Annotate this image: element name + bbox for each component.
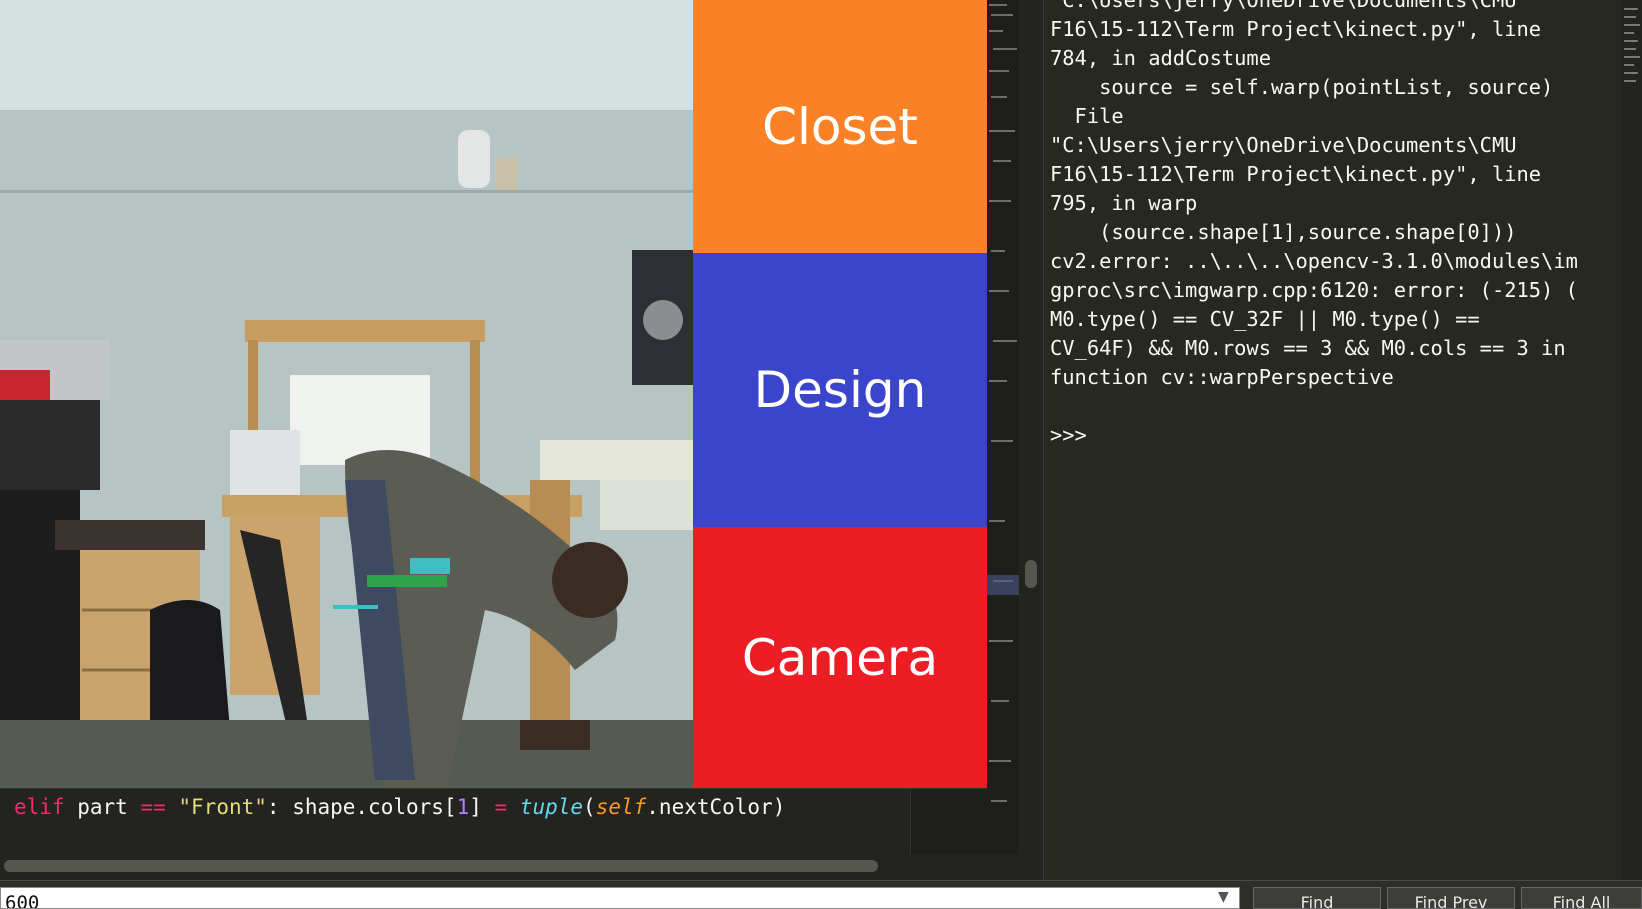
console-line: (source.shape[1],source.shape[0])) [1099, 220, 1517, 244]
console-line: M0.type() == CV_32F || M0.type() == [1050, 307, 1480, 331]
operator-assign: = [494, 795, 508, 819]
find-button[interactable]: Find [1253, 887, 1381, 909]
code-minimap[interactable] [987, 0, 1019, 855]
builtin-tuple: tuple [519, 795, 584, 819]
string-front: "Front" [178, 795, 267, 819]
vertical-scrollbar[interactable] [1019, 0, 1043, 880]
console-line: gproc\src\imgwarp.cpp:6120: error: (-215… [1050, 278, 1578, 302]
find-all-button[interactable]: Find All [1521, 887, 1642, 909]
console-line: F16\15-112\Term Project\kinect.py", line [1050, 162, 1542, 186]
code-mid: : shape.colors[ [266, 795, 457, 819]
console-line: File [1074, 104, 1124, 128]
camera-feed-image [0, 0, 693, 788]
python-shell-output[interactable]: "C:\Users\jerry\OneDrive\Documents\CMU F… [1043, 0, 1623, 880]
closet-button[interactable]: Closet [693, 0, 987, 253]
console-minimap-lines [1624, 8, 1640, 82]
editor-minimap-gutter [910, 789, 988, 856]
vertical-scrollbar-thumb[interactable] [1025, 560, 1037, 588]
self-keyword: self [595, 795, 647, 819]
console-line: CV_64F) && M0.rows == 3 && M0.cols == 3 … [1050, 336, 1566, 360]
console-line: function cv::warpPerspective [1050, 365, 1394, 389]
find-input[interactable]: 600 [0, 887, 1240, 909]
find-bar: 600 ▼ Find Find Prev Find All [0, 880, 1642, 909]
code-var-part: part [64, 795, 141, 819]
camera-button[interactable]: Camera [693, 527, 987, 788]
code-bracket: ] [469, 795, 495, 819]
number-index: 1 [456, 795, 470, 819]
horizontal-scrollbar-thumb[interactable] [4, 860, 878, 872]
camera-feed [0, 0, 693, 788]
find-prev-button[interactable]: Find Prev [1387, 887, 1515, 909]
console-line: 784, in addCostume [1050, 46, 1271, 70]
design-button[interactable]: Design [693, 253, 987, 527]
console-minimap[interactable] [1622, 0, 1642, 880]
horizontal-scrollbar[interactable] [0, 855, 1043, 880]
console-line: cv2.error: ..\..\..\opencv-3.1.0\modules… [1050, 249, 1578, 273]
code-paren: ( [583, 795, 596, 819]
code-line[interactable]: elif part == "Front": shape.colors[1] = … [14, 795, 785, 819]
console-line: "C:\Users\jerry\OneDrive\Documents\CMU [1050, 0, 1517, 12]
camera-button-label: Camera [741, 628, 939, 687]
console-line: "C:\Users\jerry\OneDrive\Documents\CMU [1050, 133, 1517, 157]
keyword-elif: elif [14, 795, 65, 819]
code-editor[interactable]: elif part == "Front": shape.colors[1] = … [0, 788, 988, 856]
console-line: source = self.warp(pointList, source) [1099, 75, 1554, 99]
operator-equals: == [140, 795, 166, 819]
mode-menu: Closet Design Camera [693, 0, 987, 788]
closet-button-label: Closet [762, 97, 918, 156]
code-attr: .nextColor) [646, 795, 786, 819]
chevron-down-icon[interactable]: ▼ [1218, 889, 1229, 905]
console-line: 795, in warp [1050, 191, 1198, 215]
traceback-text: "C:\Users\jerry\OneDrive\Documents\CMU F… [1044, 0, 1623, 450]
console-line: >>> [1050, 423, 1087, 447]
console-line: F16\15-112\Term Project\kinect.py", line [1050, 17, 1542, 41]
minimap-lines [987, 4, 1019, 802]
design-button-label: Design [753, 361, 927, 419]
